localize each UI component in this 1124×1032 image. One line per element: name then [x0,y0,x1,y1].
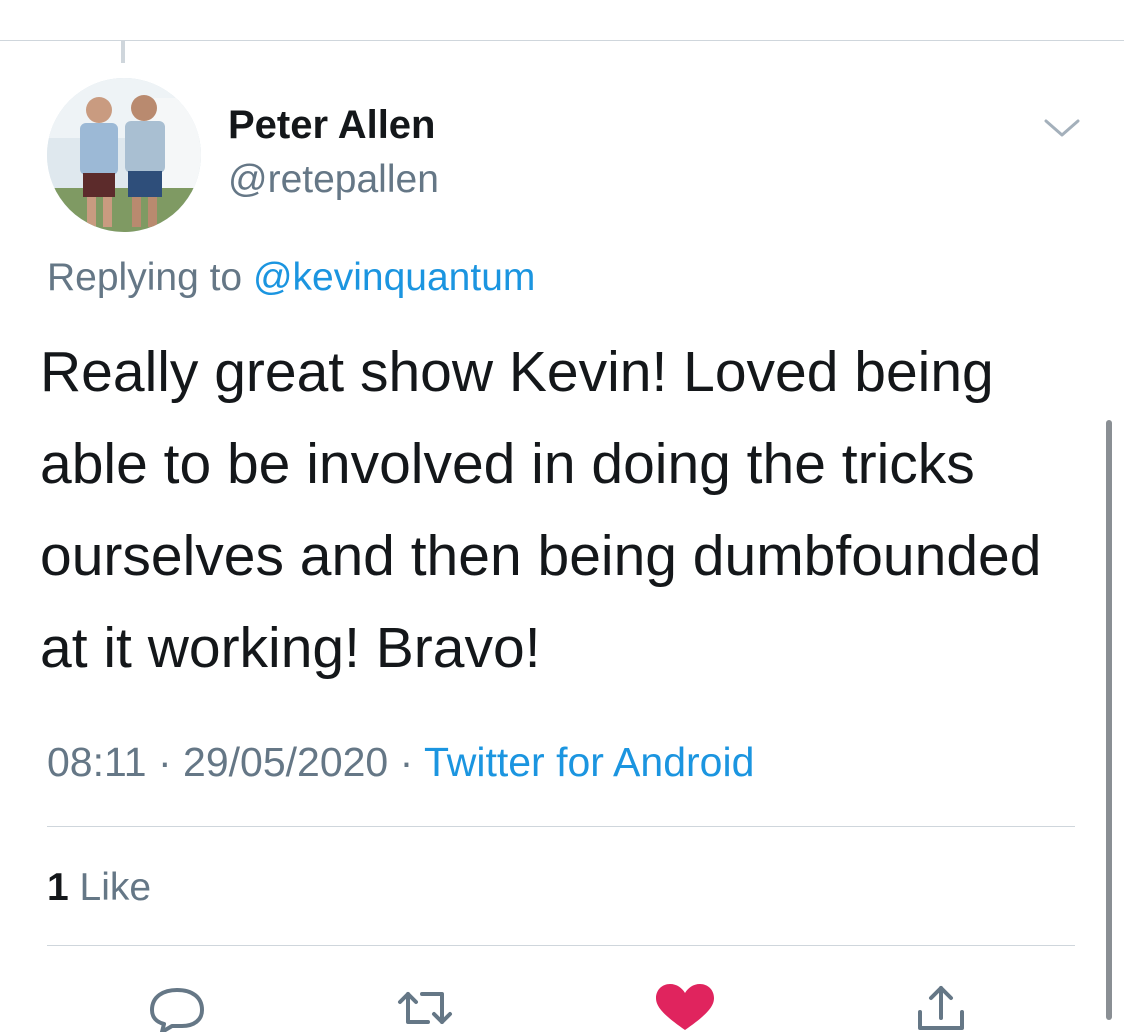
heart-icon[interactable] [650,982,720,1032]
retweet-icon[interactable] [390,982,460,1032]
divider [47,826,1075,827]
divider [47,945,1075,946]
tweet-text: Really great show Kevin! Loved being abl… [40,340,1042,680]
reply-icon[interactable] [142,982,212,1032]
meta-separator: · [157,739,172,785]
likes-count[interactable]: 1 Like [47,866,151,910]
author-display-name[interactable]: Peter Allen [228,103,435,148]
like-count-number: 1 [47,866,69,909]
avatar[interactable] [47,78,201,232]
tweet-meta: 08:11 · 29/05/2020 · Twitter for Android [47,739,754,786]
share-icon[interactable] [906,982,976,1032]
author-handle[interactable]: @retepallen [228,158,439,202]
tweet-time: 08:11 [47,739,147,785]
chevron-down-icon[interactable] [1040,113,1084,143]
like-count-label: Like [79,866,152,909]
profile-photo-icon [47,78,201,232]
top-divider [0,40,1124,41]
tweet-source[interactable]: Twitter for Android [424,739,754,785]
meta-separator: · [399,739,414,785]
scrollbar[interactable] [1106,420,1112,1020]
replying-to: Replying to @kevinquantum [47,256,535,300]
thread-connector-line [121,41,125,63]
replying-prefix: Replying to [47,256,243,299]
tweet-date: 29/05/2020 [183,739,389,785]
replying-to-mention[interactable]: @kevinquantum [253,256,535,299]
